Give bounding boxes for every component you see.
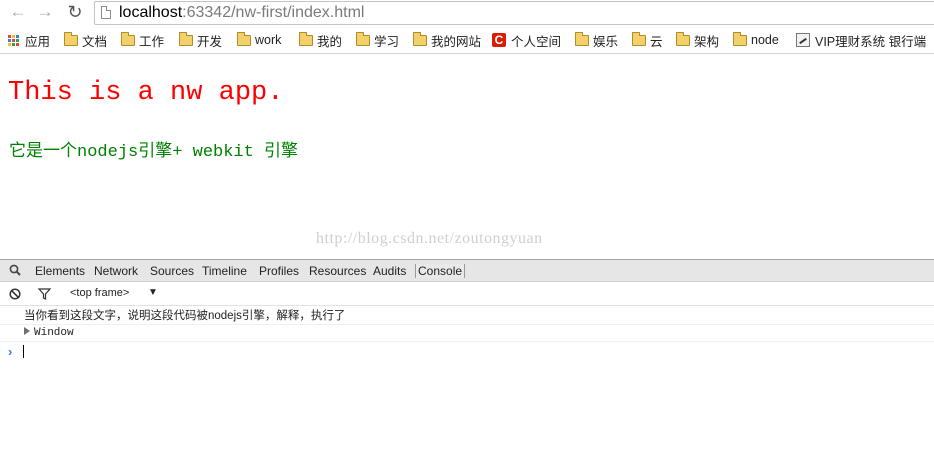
tab-console[interactable]: Console bbox=[415, 264, 466, 278]
watermark: http://blog.csdn.net/zoutongyuan bbox=[316, 230, 543, 247]
bookmark-label: 学习 bbox=[374, 34, 400, 49]
search-icon[interactable] bbox=[9, 264, 21, 276]
apps-grid-icon bbox=[8, 34, 19, 46]
console-prompt-icon: › bbox=[8, 344, 13, 359]
bookmark-label: work bbox=[255, 33, 282, 47]
bookmark-label: 应用 bbox=[25, 34, 51, 49]
c-logo-icon: C bbox=[492, 33, 506, 47]
bookmark-csdn-space[interactable]: C 个人空间 bbox=[492, 27, 561, 53]
console-object-row[interactable]: Window bbox=[0, 325, 934, 342]
bookmark-folder[interactable]: 学习 bbox=[356, 27, 399, 53]
bookmarks-bar: 应用 文档 工作 开发 work 我的 学习 我的网站 C 个人空间 娱乐 云 架… bbox=[0, 27, 934, 54]
filter-icon[interactable] bbox=[38, 288, 51, 300]
folder-icon bbox=[575, 31, 589, 46]
url-path: :63342/nw-first/index.html bbox=[182, 4, 365, 21]
folder-icon bbox=[733, 31, 747, 46]
url-host: localhost bbox=[119, 4, 183, 21]
bookmark-folder[interactable]: 文档 bbox=[64, 27, 107, 53]
tab-sources[interactable]: Sources bbox=[150, 264, 194, 278]
bookmark-label: 云 bbox=[650, 34, 663, 49]
folder-icon bbox=[299, 31, 313, 46]
folder-icon bbox=[121, 31, 135, 46]
bookmark-label: VIP理财系统 银行端 bbox=[815, 34, 927, 49]
page-headline: This is a nw app. bbox=[8, 78, 284, 108]
folder-icon bbox=[632, 31, 646, 46]
bookmark-label: 文档 bbox=[82, 34, 108, 49]
folder-icon bbox=[676, 31, 690, 46]
tab-elements[interactable]: Elements bbox=[35, 264, 85, 278]
clear-console-icon[interactable] bbox=[9, 288, 21, 300]
bookmark-label: 开发 bbox=[197, 34, 223, 49]
reload-icon[interactable]: ↻ bbox=[65, 2, 85, 22]
bookmark-folder[interactable]: 架构 bbox=[676, 27, 719, 53]
tab-timeline[interactable]: Timeline bbox=[202, 264, 247, 278]
bookmark-folder[interactable]: 云 bbox=[632, 27, 663, 53]
bookmark-label: 我的 bbox=[317, 34, 343, 49]
devtools-tabbar: Elements Network Sources Timeline Profil… bbox=[0, 259, 934, 282]
bookmark-label: node bbox=[751, 33, 779, 47]
folder-icon bbox=[413, 31, 427, 46]
console-object-label: Window bbox=[34, 327, 74, 339]
bookmark-folder[interactable]: 娱乐 bbox=[575, 27, 618, 53]
bookmark-label: 个人空间 bbox=[511, 34, 562, 49]
tab-network[interactable]: Network bbox=[94, 264, 138, 278]
bookmark-folder[interactable]: 我的 bbox=[299, 27, 342, 53]
bookmark-folder[interactable]: node bbox=[733, 27, 779, 53]
console-toolbar: <top frame> ▼ bbox=[0, 282, 934, 306]
console-input-caret[interactable] bbox=[23, 345, 24, 358]
bookmark-folder[interactable]: 开发 bbox=[179, 27, 222, 53]
url-text[interactable]: localhost:63342/nw-first/index.html bbox=[119, 3, 364, 23]
bookmark-label: 娱乐 bbox=[593, 34, 619, 49]
bookmark-label: 我的网站 bbox=[431, 34, 482, 49]
forward-arrow-icon[interactable]: → bbox=[35, 2, 55, 22]
folder-icon bbox=[237, 31, 251, 46]
expand-triangle-icon[interactable] bbox=[24, 327, 30, 335]
folder-icon bbox=[179, 31, 193, 46]
bookmark-vip[interactable]: VIP理财系统 银行端 bbox=[796, 27, 926, 53]
address-bar-row: ← → ↻ localhost:63342/nw-first/index.htm… bbox=[0, 0, 934, 26]
bookmark-folder[interactable]: 我的网站 bbox=[413, 27, 481, 53]
back-arrow-icon[interactable]: ← bbox=[8, 2, 28, 22]
tab-profiles[interactable]: Profiles bbox=[259, 264, 299, 278]
tab-audits[interactable]: Audits bbox=[373, 264, 406, 278]
folder-icon bbox=[356, 31, 370, 46]
chevron-down-icon[interactable]: ▼ bbox=[148, 287, 158, 298]
bookmark-apps[interactable]: 应用 bbox=[8, 27, 50, 53]
bookmark-folder[interactable]: work bbox=[237, 27, 281, 53]
folder-icon bbox=[64, 31, 78, 46]
frame-selector[interactable]: <top frame> bbox=[70, 287, 129, 299]
chart-logo-icon bbox=[796, 33, 810, 47]
bookmark-folder[interactable]: 工作 bbox=[121, 27, 164, 53]
console-log-message: 当你看到这段文字，说明这段代码被nodejs引擎，解释，执行了 bbox=[0, 308, 934, 325]
bookmark-label: 工作 bbox=[139, 34, 165, 49]
tab-resources[interactable]: Resources bbox=[309, 264, 366, 278]
bookmark-label: 架构 bbox=[694, 34, 720, 49]
page-icon bbox=[101, 6, 111, 19]
url-bar[interactable]: localhost:63342/nw-first/index.html bbox=[94, 1, 934, 25]
page-subline: 它是一个nodejs引擎+ webkit 引擎 bbox=[9, 143, 299, 162]
